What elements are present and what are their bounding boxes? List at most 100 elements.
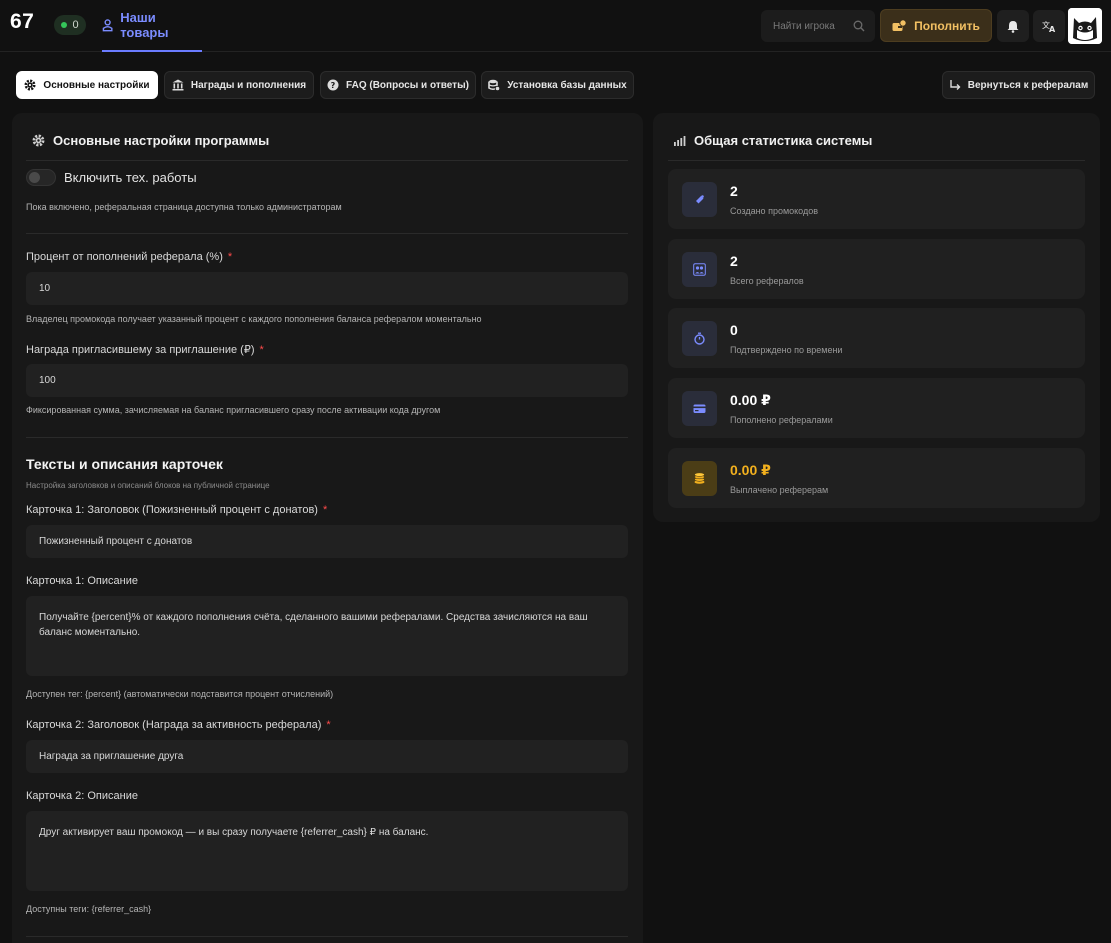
timer-icon bbox=[694, 332, 705, 345]
toggle-knob bbox=[29, 172, 40, 183]
back-to-referrals-button[interactable]: Вернуться к рефералам bbox=[942, 71, 1095, 99]
reward-label-text: Награда пригласившему за приглашение (₽) bbox=[26, 344, 255, 356]
coins-icon bbox=[694, 472, 705, 484]
card2-title-value: Награда за приглашение друга bbox=[39, 751, 184, 762]
card2-desc-label: Карточка 2: Описание bbox=[26, 790, 138, 802]
gear-icon bbox=[32, 134, 45, 147]
stat-label: Всего рефералов bbox=[730, 276, 804, 286]
card2-desc-textarea[interactable]: Друг активирует ваш промокод — и вы сраз… bbox=[26, 811, 628, 891]
required-marker: * bbox=[322, 504, 328, 516]
divider bbox=[26, 160, 628, 161]
divider bbox=[26, 936, 628, 937]
card1-desc-value: Получайте {percent}% от каждого пополнен… bbox=[39, 612, 588, 638]
stat-card-paid-out: 0.00 ₽ Выплачено реферерам bbox=[668, 448, 1085, 508]
stat-label: Создано промокодов bbox=[730, 206, 819, 216]
card1-title-label-text: Карточка 1: Заголовок (Пожизненный проце… bbox=[26, 504, 318, 516]
divider bbox=[668, 160, 1085, 161]
divider bbox=[26, 233, 628, 234]
topup-button[interactable]: Пополнить bbox=[880, 9, 992, 42]
stat-label: Подтверждено по времени bbox=[730, 345, 843, 355]
required-marker: * bbox=[227, 251, 233, 263]
maintenance-toggle[interactable] bbox=[26, 169, 56, 186]
stat-value: 0 bbox=[730, 322, 738, 338]
percent-hint: Владелец промокода получает указанный пр… bbox=[26, 314, 482, 324]
help-icon: ? bbox=[327, 79, 339, 91]
card2-title-label-text: Карточка 2: Заголовок (Награда за активн… bbox=[26, 719, 322, 731]
stat-label: Выплачено реферерам bbox=[730, 485, 829, 495]
gear-icon bbox=[24, 79, 36, 91]
stat-icon-box bbox=[682, 182, 717, 217]
online-count: 0 bbox=[72, 19, 79, 31]
stats-title-text: Общая статистика системы bbox=[694, 133, 873, 148]
tab-database-setup[interactable]: Установка базы данных bbox=[481, 71, 634, 99]
stat-icon-box bbox=[682, 391, 717, 426]
bell-icon bbox=[1007, 20, 1019, 33]
reward-field[interactable]: 100 bbox=[26, 364, 628, 397]
card2-title-field[interactable]: Награда за приглашение друга bbox=[26, 740, 628, 773]
language-button[interactable]: 文 A bbox=[1033, 10, 1065, 42]
maintenance-hint: Пока включено, реферальная страница дост… bbox=[26, 202, 342, 212]
card2-title-label: Карточка 2: Заголовок (Награда за активн… bbox=[26, 719, 331, 731]
ticket-icon bbox=[696, 195, 704, 204]
card-icon bbox=[693, 404, 706, 413]
stat-value: 2 bbox=[730, 183, 738, 199]
stat-card-promocodes: 2 Создано промокодов bbox=[668, 169, 1085, 229]
stat-value: 0.00 ₽ bbox=[730, 462, 771, 478]
user-avatar[interactable] bbox=[1068, 8, 1102, 44]
card1-tag-hint: Доступен тег: {percent} (автоматически п… bbox=[26, 689, 334, 699]
maintenance-label: Включить тех. работы bbox=[64, 170, 197, 185]
topup-label: Пополнить bbox=[914, 18, 980, 33]
stat-icon-box bbox=[682, 461, 717, 496]
tab-label: Установка базы данных bbox=[507, 79, 627, 91]
stat-icon-box bbox=[682, 252, 717, 287]
notifications-button[interactable] bbox=[997, 10, 1029, 42]
return-arrow-icon bbox=[950, 80, 961, 90]
required-marker: * bbox=[259, 344, 264, 356]
player-search-input[interactable] bbox=[773, 20, 853, 32]
required-marker: * bbox=[326, 719, 331, 731]
card1-title-field[interactable]: Пожизненный процент с донатов bbox=[26, 525, 628, 558]
nav-tab-products[interactable]: Наши товары bbox=[102, 0, 202, 52]
card2-tag-hint: Доступны теги: {referrer_cash} bbox=[26, 904, 152, 914]
tab-label: FAQ (Вопросы и ответы) bbox=[346, 79, 469, 91]
database-icon bbox=[488, 79, 501, 91]
tab-label: Основные настройки bbox=[43, 79, 150, 91]
stat-card-deposited: 0.00 ₽ Пополнено рефералами bbox=[668, 378, 1085, 438]
users-icon bbox=[693, 263, 706, 276]
cat-avatar-icon bbox=[1068, 8, 1102, 44]
tab-label: Награды и пополнения bbox=[190, 79, 307, 91]
card1-desc-label: Карточка 1: Описание bbox=[26, 575, 138, 587]
svg-text:A: A bbox=[1049, 25, 1056, 33]
site-logo[interactable]: 67 bbox=[10, 10, 34, 34]
stat-value: 0.00 ₽ bbox=[730, 392, 771, 408]
tab-faq[interactable]: ? FAQ (Вопросы и ответы) bbox=[320, 71, 476, 99]
stats-panel-title: Общая статистика системы bbox=[673, 133, 872, 148]
back-button-label: Вернуться к рефералам bbox=[967, 79, 1089, 91]
search-icon[interactable] bbox=[853, 20, 865, 32]
user-tag-icon bbox=[102, 18, 113, 31]
texts-subheading: Настройка заголовков и описаний блоков н… bbox=[26, 481, 270, 490]
tab-rewards[interactable]: Награды и пополнения bbox=[164, 71, 314, 99]
texts-heading: Тексты и описания карточек bbox=[26, 456, 223, 472]
card2-desc-value: Друг активирует ваш промокод — и вы сраз… bbox=[39, 827, 429, 838]
stat-icon-box bbox=[682, 321, 717, 356]
nav-tab-label: Наши товары bbox=[120, 10, 169, 40]
percent-value: 10 bbox=[39, 283, 51, 294]
reward-hint: Фиксированная сумма, зачисляемая на бала… bbox=[26, 405, 441, 415]
reward-value: 100 bbox=[39, 375, 56, 386]
svg-text:?: ? bbox=[331, 81, 336, 90]
percent-field[interactable]: 10 bbox=[26, 272, 628, 305]
translate-icon: 文 A bbox=[1042, 20, 1056, 33]
tab-main-settings[interactable]: Основные настройки bbox=[16, 71, 158, 99]
player-search[interactable] bbox=[761, 10, 875, 42]
card1-desc-textarea[interactable]: Получайте {percent}% от каждого пополнен… bbox=[26, 596, 628, 676]
settings-title-text: Основные настройки программы bbox=[53, 133, 270, 148]
wallet-coins-icon bbox=[892, 19, 907, 31]
percent-label-text: Процент от пополнений реферала (%) bbox=[26, 251, 223, 263]
divider bbox=[26, 437, 628, 438]
stat-value: 2 bbox=[730, 253, 738, 269]
online-badge: 0 bbox=[54, 15, 86, 35]
percent-label: Процент от пополнений реферала (%) * bbox=[26, 251, 232, 263]
top-header: 67 0 Наши товары Пополнить 文 bbox=[0, 0, 1111, 52]
reward-label: Награда пригласившему за приглашение (₽)… bbox=[26, 343, 264, 356]
